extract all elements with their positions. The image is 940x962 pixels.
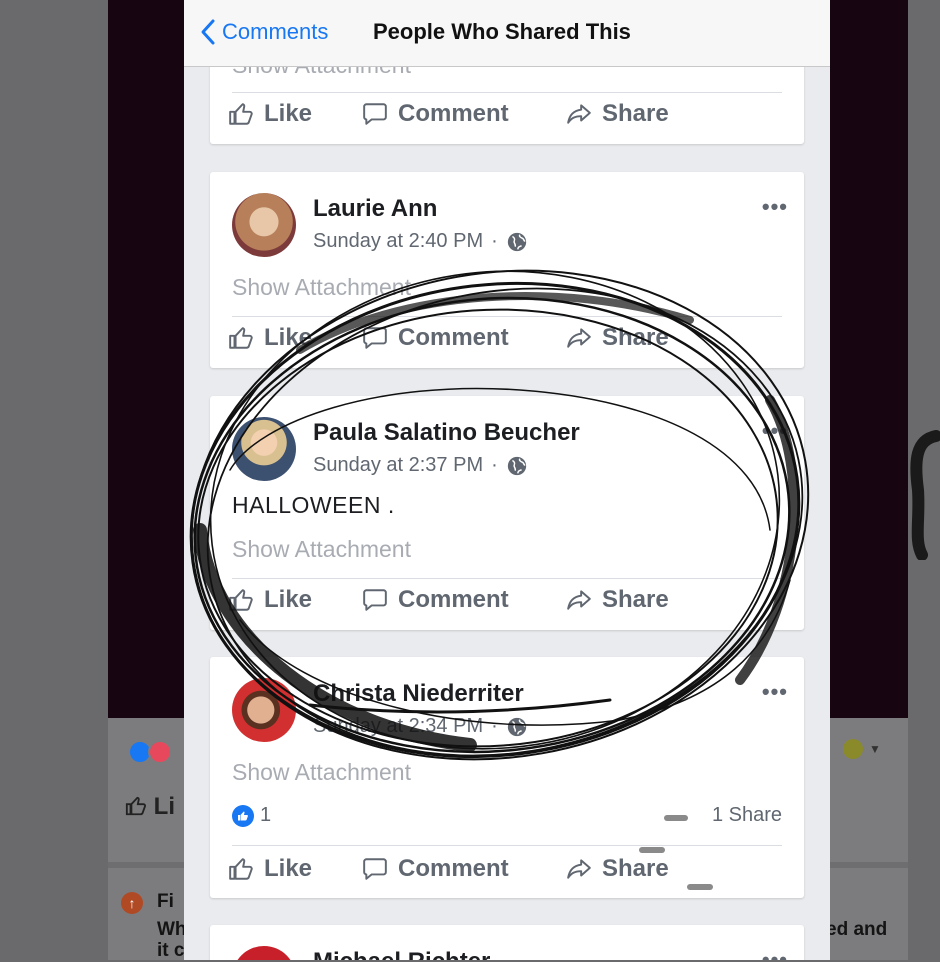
- thumbs-up-icon: [229, 589, 253, 611]
- thumbs-up-icon: [125, 796, 146, 816]
- chevron-left-icon: [201, 19, 215, 45]
- share-button[interactable]: Share: [566, 586, 669, 614]
- reaction-counts: 1 1 Share: [232, 802, 782, 832]
- share-label: Share: [602, 100, 669, 127]
- avatar[interactable]: [232, 417, 296, 481]
- more-options-icon[interactable]: •••: [762, 947, 788, 960]
- up-arrow-icon: ↑: [121, 892, 143, 914]
- like-label: Like: [264, 855, 313, 882]
- like-button[interactable]: Like: [228, 586, 312, 614]
- like-label: Like: [264, 324, 313, 351]
- comment-label: Comment: [398, 586, 509, 613]
- share-button[interactable]: Share: [566, 324, 669, 352]
- show-attachment-link[interactable]: Show Attachment: [232, 536, 411, 563]
- post-card: Michael Richter •••: [210, 925, 804, 960]
- background-reactions: [128, 740, 172, 769]
- comment-button[interactable]: Comment: [362, 855, 509, 883]
- like-count[interactable]: 1: [232, 804, 271, 827]
- avatar[interactable]: [232, 678, 296, 742]
- share-arrow-icon: [567, 104, 591, 124]
- author-name[interactable]: Laurie Ann: [313, 195, 437, 223]
- love-reaction-icon: [148, 740, 172, 764]
- share-button[interactable]: Share: [566, 855, 669, 883]
- globe-icon: [507, 456, 526, 475]
- divider: [232, 578, 782, 579]
- thumbs-up-icon: [229, 858, 253, 880]
- post-card: Laurie Ann Sunday at 2:40 PM · ••• Show A…: [210, 172, 804, 368]
- author-name[interactable]: Paula Salatino Beucher: [313, 419, 580, 447]
- comment-label: Comment: [398, 855, 509, 882]
- like-badge-icon: [232, 804, 254, 827]
- share-label: Share: [602, 324, 669, 351]
- post-actions: Like Comment Share: [228, 324, 788, 364]
- ink-scribble: [910, 430, 940, 560]
- post-timestamp: Sunday at 2:37 PM ·: [313, 454, 528, 477]
- share-arrow-icon: [567, 590, 591, 610]
- share-button[interactable]: Share: [566, 100, 669, 128]
- share-label: Share: [602, 586, 669, 613]
- like-button[interactable]: Like: [228, 100, 312, 128]
- page-title: People Who Shared This: [373, 19, 631, 44]
- comment-button[interactable]: Comment: [362, 324, 509, 352]
- post-card: Paula Salatino Beucher Sunday at 2:37 PM…: [210, 396, 804, 630]
- divider: [232, 92, 782, 93]
- background-text-wh: Wh: [157, 919, 187, 940]
- background-text-fi: Fi: [157, 891, 174, 912]
- globe-icon: [507, 717, 526, 736]
- like-label: Like: [264, 586, 313, 613]
- timestamp-text[interactable]: Sunday at 2:34 PM: [313, 715, 483, 738]
- share-count[interactable]: 1 Share: [712, 804, 782, 827]
- post-timestamp: Sunday at 2:34 PM ·: [313, 715, 528, 738]
- like-button[interactable]: Like: [228, 324, 312, 352]
- author-name[interactable]: Christa Niederriter: [313, 680, 524, 708]
- navigation-bar: Comments People Who Shared This: [184, 0, 830, 67]
- shares-modal: Comments People Who Shared This Show Att…: [184, 0, 830, 960]
- like-label: Like: [264, 100, 313, 127]
- more-options-icon[interactable]: •••: [762, 418, 788, 444]
- background-like-label: Li: [153, 793, 175, 820]
- show-attachment-link[interactable]: Show Attachment: [232, 274, 411, 301]
- like-button[interactable]: Like: [228, 855, 312, 883]
- share-label: Share: [602, 855, 669, 882]
- avatar[interactable]: [232, 193, 296, 257]
- background-text-it: it c: [157, 940, 185, 961]
- background-like-button[interactable]: Li: [125, 793, 175, 821]
- post-actions: Like Comment Share: [228, 586, 788, 626]
- post-actions: Like Comment Share: [228, 855, 788, 895]
- back-button[interactable]: Comments: [200, 18, 328, 46]
- post-timestamp: Sunday at 2:40 PM ·: [313, 230, 528, 253]
- caret-down-icon[interactable]: ▼: [869, 742, 881, 756]
- thumbs-up-icon: [229, 327, 253, 349]
- comment-button[interactable]: Comment: [362, 100, 509, 128]
- like-count-value: 1: [260, 804, 272, 826]
- author-name[interactable]: Michael Richter: [313, 948, 490, 960]
- comment-label: Comment: [398, 324, 509, 351]
- timestamp-text[interactable]: Sunday at 2:37 PM: [313, 454, 483, 477]
- background-text-right: ed and: [826, 919, 888, 940]
- divider: [232, 316, 782, 317]
- more-options-icon[interactable]: •••: [762, 679, 788, 705]
- divider: [232, 845, 782, 846]
- avatar[interactable]: [232, 946, 296, 960]
- back-label: Comments: [222, 19, 329, 44]
- show-attachment-link[interactable]: Show Attachment: [232, 759, 411, 786]
- more-options-icon[interactable]: •••: [762, 194, 788, 220]
- comment-icon: [363, 103, 387, 125]
- share-arrow-icon: [567, 859, 591, 879]
- comment-icon: [363, 327, 387, 349]
- comment-icon: [363, 858, 387, 880]
- thumbs-up-icon: [229, 103, 253, 125]
- comment-button[interactable]: Comment: [362, 586, 509, 614]
- comment-label: Comment: [398, 100, 509, 127]
- comment-icon: [363, 589, 387, 611]
- timestamp-text[interactable]: Sunday at 2:40 PM: [313, 230, 483, 253]
- post-actions: Like Comment Share: [228, 100, 788, 140]
- globe-icon: [507, 232, 526, 251]
- post-text: HALLOWEEN .: [232, 492, 395, 518]
- share-arrow-icon: [567, 328, 591, 348]
- post-card: Christa Niederriter Sunday at 2:34 PM · •…: [210, 657, 804, 898]
- background-avatar[interactable]: [843, 739, 863, 759]
